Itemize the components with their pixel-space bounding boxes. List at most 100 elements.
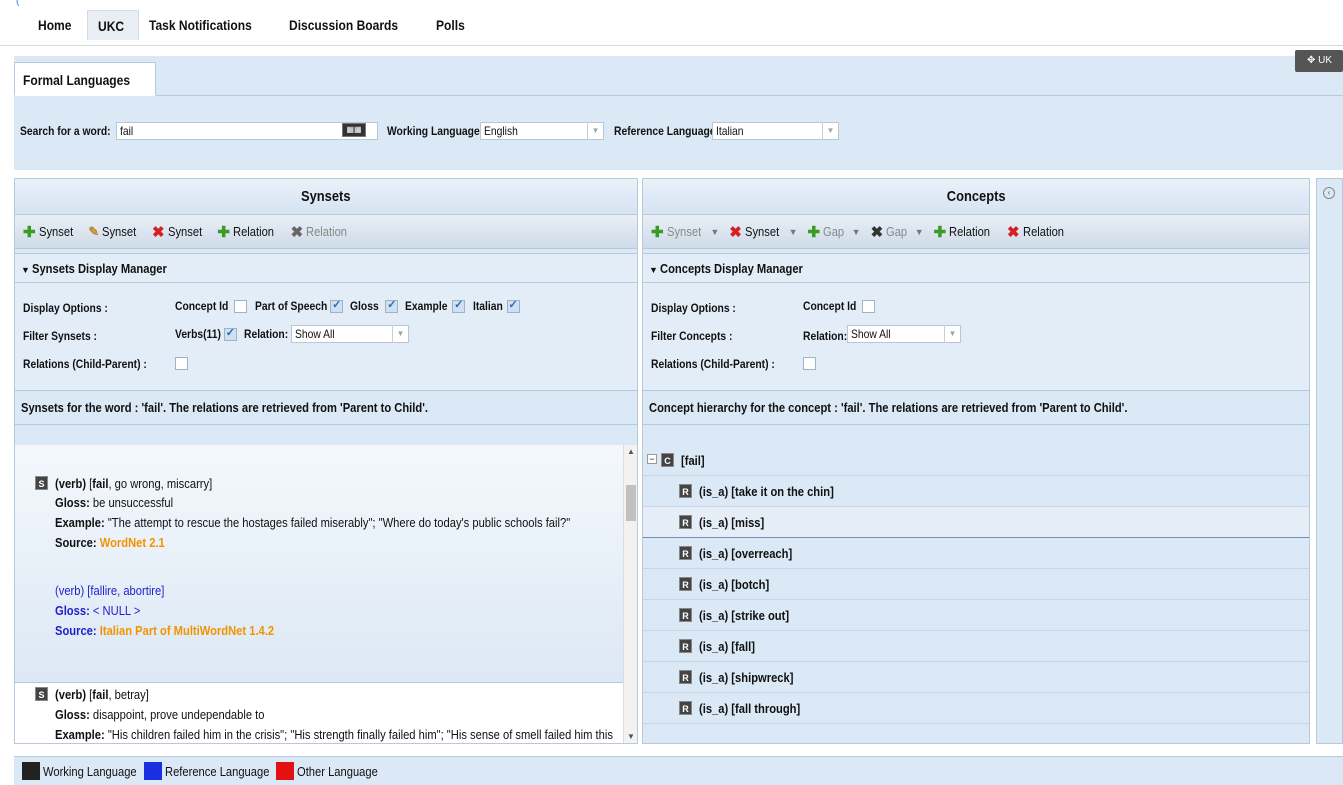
- cross-icon: ✖: [1006, 223, 1020, 241]
- gloss-checkbox[interactable]: [385, 298, 399, 314]
- ref-gloss-key: Gloss:: [55, 603, 90, 618]
- cross-icon: ✖: [870, 223, 884, 241]
- synsets-display-manager-header[interactable]: ▼ Synsets Display Manager: [15, 253, 637, 283]
- plus-icon: ✚: [807, 223, 821, 241]
- concept-child-row[interactable]: R (is_a) [take it on the chin]: [643, 476, 1309, 507]
- add-relation-button[interactable]: ✚ Relation: [217, 223, 280, 241]
- scroll-up-icon[interactable]: ▲: [627, 447, 635, 456]
- example-value: "The attempt to rescue the hostages fail…: [107, 515, 571, 530]
- delete-gap-button[interactable]: ✖ Gap ▼: [871, 223, 924, 241]
- verbs-checkbox[interactable]: [223, 326, 237, 342]
- synset-header: (verb) [fail, betray]: [55, 687, 149, 702]
- concept-child-row[interactable]: R (is_a) [fall through]: [643, 693, 1309, 724]
- relation-badge-icon: R: [679, 484, 692, 498]
- add-gap-button[interactable]: ✚ Gap ▼: [808, 223, 861, 241]
- synsets-toolbar: ✚ Synset ✎ Synset ✖ Synset ✚ Relation ✖ Relat…: [15, 215, 637, 249]
- collapse-icon[interactable]: −: [647, 454, 657, 464]
- ref-gloss: Gloss: < NULL >: [55, 603, 154, 618]
- source-value[interactable]: WordNet 2.1: [100, 535, 165, 550]
- nav-label: Task Notifications: [149, 17, 253, 33]
- working-language-select[interactable]: English ▼: [480, 122, 604, 140]
- search-value: fail: [120, 124, 134, 138]
- button-label: Synset: [666, 224, 701, 239]
- concepts-relation-select[interactable]: Show All ▼: [847, 325, 961, 343]
- cross-icon: ✖: [151, 223, 165, 241]
- concept-id-checkbox[interactable]: [234, 300, 248, 314]
- ref-source-value[interactable]: Italian Part of MultiWordNet 1.4.2: [100, 623, 274, 638]
- working-language-swatch: [22, 762, 40, 780]
- other-language-swatch: [276, 762, 295, 780]
- reference-language-label: Reference Language:: [614, 124, 719, 138]
- italian-checkbox[interactable]: [506, 298, 520, 314]
- nav-item-ukc[interactable]: UKC: [86, 10, 140, 40]
- synsets-title: Synsets: [15, 179, 637, 215]
- delete-synset-button[interactable]: ✖ Synset ▼: [729, 223, 797, 241]
- concept-root-label: [fail]: [681, 453, 705, 468]
- concept-child-row[interactable]: R (is_a) [overreach]: [643, 538, 1309, 569]
- relation-badge-icon: R: [679, 608, 692, 622]
- keyboard-icon[interactable]: ▦▦: [342, 123, 366, 137]
- gloss-value: disappoint, prove undependable to: [92, 707, 265, 722]
- language-legend: Working Language Reference Language Othe…: [14, 756, 1343, 785]
- nav-item-polls[interactable]: Polls: [426, 10, 479, 40]
- reference-language-select[interactable]: Italian ▼: [712, 122, 839, 140]
- chevron-down-icon: ▼: [944, 325, 960, 343]
- expand-panel-icon[interactable]: ‹: [1323, 187, 1335, 199]
- relation-badge-icon: R: [679, 639, 692, 653]
- part-of-speech-checkbox[interactable]: [330, 298, 344, 314]
- cross-icon: ✖: [729, 223, 742, 241]
- concept-id-label: Concept Id: [803, 299, 857, 313]
- chevron-down-icon: ▼: [392, 325, 408, 343]
- ref-header-text: (verb) [fallire, abortire]: [55, 583, 165, 598]
- nav-item-task-notifications[interactable]: Task Notifications: [139, 10, 279, 40]
- synsets-scrollbar[interactable]: ▲ ▼: [623, 445, 637, 743]
- add-synset-button[interactable]: ✚ Synset: [23, 223, 78, 241]
- concepts-tree: − C [fail] R (is_a) [take it on the chin]…: [643, 445, 1309, 743]
- concept-child-row[interactable]: R (is_a) [miss]: [643, 507, 1309, 538]
- scroll-down-icon[interactable]: ▼: [627, 732, 635, 741]
- add-synset-button[interactable]: ✚ Synset ▼: [651, 223, 719, 241]
- concept-child-row[interactable]: R (is_a) [shipwreck]: [643, 662, 1309, 693]
- legend-other-label: Other Language: [297, 763, 379, 779]
- move-icon: ✥: [1307, 55, 1319, 66]
- concept-root-row[interactable]: − C [fail]: [643, 445, 1309, 476]
- synset-example: Example: "His children failed him in the…: [55, 727, 637, 742]
- edit-synset-button[interactable]: ✎ Synset: [88, 224, 142, 240]
- relations-child-parent-checkbox[interactable]: [803, 357, 816, 370]
- synsets-relation-select[interactable]: Show All ▼: [291, 325, 409, 343]
- synset-badge-icon: S: [35, 476, 48, 490]
- collapsed-side-panel[interactable]: ‹: [1316, 178, 1343, 744]
- concept-id-label: Concept Id: [175, 299, 229, 313]
- search-input[interactable]: fail: [116, 122, 378, 140]
- synsets-panel: Synsets ✚ Synset ✎ Synset ✖ Synset ✚ Relatio…: [14, 178, 638, 744]
- concepts-display-manager-header[interactable]: ▼ Concepts Display Manager: [643, 253, 1309, 283]
- move-button[interactable]: ✥ UK: [1295, 50, 1343, 72]
- tab-formal-languages[interactable]: Formal Languages: [14, 62, 157, 96]
- scroll-thumb[interactable]: [626, 485, 636, 521]
- italian-label: Italian: [472, 299, 503, 313]
- delete-synset-button[interactable]: ✖ Synset: [152, 223, 207, 241]
- example-label: Example: [405, 299, 448, 313]
- relation-value: Show All: [295, 327, 335, 341]
- relations-child-parent-label: Relations (Child-Parent) :: [651, 357, 775, 371]
- concept-child-label: (is_a) [botch]: [699, 577, 770, 592]
- synset-source: Source: WordNet 2.1: [55, 535, 183, 550]
- concept-child-row[interactable]: R (is_a) [botch]: [643, 569, 1309, 600]
- add-relation-button[interactable]: ✚ Relation: [934, 223, 997, 241]
- button-label: Synset: [167, 224, 202, 239]
- button-label: Synset: [38, 224, 73, 239]
- gloss-key: Gloss:: [55, 707, 90, 722]
- button-label: Relation: [1022, 224, 1064, 239]
- delete-relation-button[interactable]: ✖ Relation: [1007, 223, 1070, 241]
- relations-child-parent-checkbox[interactable]: [175, 357, 188, 370]
- display-manager-title: Synsets Display Manager: [32, 261, 168, 276]
- nav-item-discussion-boards[interactable]: Discussion Boards: [279, 10, 426, 40]
- concept-child-row[interactable]: R (is_a) [fall]: [643, 631, 1309, 662]
- nav-item-home[interactable]: Home: [28, 10, 87, 40]
- concept-child-row[interactable]: R (is_a) [strike out]: [643, 600, 1309, 631]
- concept-id-checkbox[interactable]: [862, 300, 876, 314]
- synset-header: (verb) [fail, go wrong, miscarry]: [55, 476, 213, 491]
- relation-badge-icon: R: [679, 515, 692, 529]
- example-checkbox[interactable]: [452, 298, 466, 314]
- delete-relation-button[interactable]: ✖ Relation: [291, 223, 354, 241]
